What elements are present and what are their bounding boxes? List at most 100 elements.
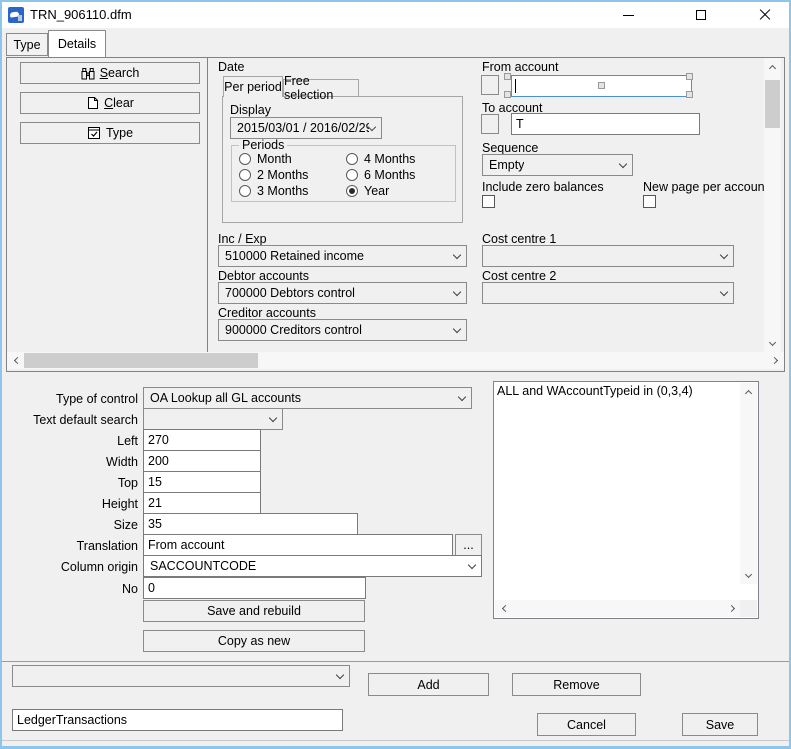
scroll-right-button[interactable] — [767, 352, 784, 369]
text-default-search-label: Text default search — [2, 413, 138, 427]
scroll-up-button[interactable] — [740, 383, 757, 400]
selection-handle[interactable] — [504, 73, 511, 80]
inc-exp-dropdown-value: 510000 Retained income — [225, 249, 364, 263]
radio-month[interactable]: Month — [239, 152, 292, 166]
chevron-down-icon — [453, 324, 461, 332]
selection-handle[interactable] — [598, 82, 605, 89]
vertical-scrollbar[interactable] — [764, 58, 781, 352]
to-account-input[interactable] — [511, 113, 700, 135]
chevron-down-icon — [745, 570, 752, 577]
scroll-left-button[interactable] — [495, 600, 512, 617]
scrollbar-thumb[interactable] — [765, 80, 780, 128]
sequence-dropdown[interactable]: Empty — [482, 154, 633, 176]
type-button[interactable]: Type — [20, 122, 200, 144]
tab-details[interactable]: Details — [48, 30, 106, 57]
scroll-right-button[interactable] — [724, 600, 741, 617]
maximize-icon — [696, 10, 706, 20]
footer-dropdown[interactable] — [12, 665, 350, 687]
cancel-button[interactable]: Cancel — [537, 713, 636, 736]
height-input[interactable] — [143, 492, 261, 514]
clear-button[interactable]: Clear — [20, 92, 200, 114]
app-icon — [8, 7, 24, 23]
type-of-control-dropdown[interactable]: OA Lookup all GL accounts — [143, 387, 472, 409]
search-button[interactable]: Search — [20, 62, 200, 84]
text-caret — [515, 79, 516, 93]
filter-memo[interactable]: ALL and WAccountTypeid in (0,3,4) — [493, 381, 759, 619]
save-button[interactable]: Save — [682, 713, 758, 736]
no-input[interactable] — [143, 577, 366, 599]
radio-year[interactable]: Year — [346, 184, 389, 198]
from-account-lookup-button[interactable] — [481, 75, 499, 95]
horizontal-scrollbar[interactable] — [7, 352, 784, 369]
copy-as-new-button[interactable]: Copy as new — [143, 630, 365, 652]
chevron-down-icon — [769, 338, 776, 345]
chevron-down-icon — [453, 287, 461, 295]
tab-free-selection[interactable]: Free selection — [283, 79, 359, 97]
tab-per-period[interactable]: Per period — [223, 76, 283, 97]
filter-memo-text: ALL and WAccountTypeid in (0,3,4) — [497, 384, 738, 398]
name-input[interactable] — [12, 709, 343, 731]
text-default-search-dropdown[interactable] — [143, 408, 283, 430]
radio-4-months-label: 4 Months — [364, 152, 415, 166]
add-button[interactable]: Add — [368, 673, 489, 696]
debtor-accounts-dropdown[interactable]: 700000 Debtors control — [218, 282, 467, 304]
cost-centre-2-dropdown[interactable] — [482, 282, 734, 304]
scroll-down-button[interactable] — [764, 335, 781, 352]
to-account-lookup-button[interactable] — [481, 114, 499, 134]
radio-2-months[interactable]: 2 Months — [239, 168, 308, 182]
new-page-per-account-checkbox[interactable] — [643, 195, 656, 208]
selection-handle[interactable] — [504, 91, 511, 98]
cancel-button-label: Cancel — [567, 718, 606, 732]
maximize-button[interactable] — [678, 2, 723, 28]
top-label: Top — [2, 476, 138, 490]
radio-6-months[interactable]: 6 Months — [346, 168, 415, 182]
include-zero-balances-checkbox[interactable] — [482, 195, 495, 208]
radio-circle — [239, 185, 251, 197]
chevron-down-icon — [336, 670, 344, 678]
width-input[interactable] — [143, 450, 261, 472]
scrollbar-track[interactable] — [512, 600, 724, 617]
close-button[interactable] — [742, 2, 787, 28]
column-origin-dropdown[interactable]: SACCOUNTCODE — [143, 555, 482, 577]
remove-button[interactable]: Remove — [512, 673, 641, 696]
left-label: Left — [2, 434, 138, 448]
size-input[interactable] — [143, 513, 358, 535]
scrollbar-track[interactable] — [24, 352, 767, 369]
scrollbar-track[interactable] — [740, 400, 757, 567]
pane-divider — [207, 58, 208, 352]
scroll-down-button[interactable] — [740, 567, 757, 584]
selection-handle[interactable] — [686, 91, 693, 98]
radio-3-months-label: 3 Months — [257, 184, 308, 198]
chevron-down-icon — [720, 250, 728, 258]
close-icon — [759, 9, 771, 21]
minimize-button[interactable] — [606, 2, 651, 28]
checkbox-icon — [87, 126, 101, 140]
radio-3-months[interactable]: 3 Months — [239, 184, 308, 198]
cost-centre-1-dropdown[interactable] — [482, 245, 734, 267]
inc-exp-dropdown[interactable]: 510000 Retained income — [218, 245, 467, 267]
search-button-label: Search — [100, 66, 140, 80]
scroll-up-button[interactable] — [764, 58, 781, 75]
radio-4-months[interactable]: 4 Months — [346, 152, 415, 166]
display-dropdown[interactable]: 2015/03/01 / 2016/02/29 — [230, 117, 382, 139]
memo-horizontal-scrollbar[interactable] — [495, 600, 741, 617]
scrollbar-thumb[interactable] — [24, 353, 258, 368]
translation-label: Translation — [2, 539, 138, 553]
save-button-label: Save — [706, 718, 735, 732]
top-input[interactable] — [143, 471, 261, 493]
tab-type[interactable]: Type — [6, 33, 48, 56]
translation-input[interactable] — [143, 534, 453, 556]
creditor-accounts-dropdown[interactable]: 900000 Creditors control — [218, 319, 467, 341]
scroll-left-button[interactable] — [7, 352, 24, 369]
chevron-up-icon — [745, 389, 752, 396]
memo-vertical-scrollbar[interactable] — [740, 383, 757, 584]
translation-browse-button[interactable]: ... — [455, 534, 482, 556]
column-origin-value: SACCOUNTCODE — [150, 559, 256, 573]
sequence-dropdown-value: Empty — [489, 158, 524, 172]
scrollbar-track[interactable] — [764, 75, 781, 335]
selection-handle[interactable] — [686, 73, 693, 80]
left-input[interactable] — [143, 429, 261, 451]
periods-label: Periods — [239, 139, 287, 151]
chevron-right-icon — [770, 357, 777, 364]
save-and-rebuild-button[interactable]: Save and rebuild — [143, 600, 365, 622]
